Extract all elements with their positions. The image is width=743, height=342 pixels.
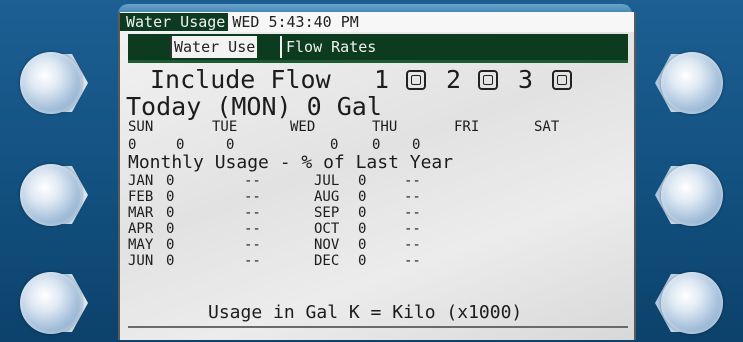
- flow-1-label: 1: [374, 65, 390, 94]
- soft-key-left-1[interactable]: [0, 48, 96, 118]
- flow-2-checkbox[interactable]: [478, 70, 498, 90]
- weekday-label: WED: [290, 119, 316, 135]
- weekday-label: FRI: [454, 119, 480, 135]
- soft-key-disc-icon: [661, 52, 723, 114]
- month-value: 0: [166, 237, 175, 253]
- month-value: 0: [358, 237, 367, 253]
- monthly-heading: Monthly Usage - % of Last Year: [128, 152, 454, 173]
- month-name: DEC: [314, 253, 340, 269]
- controller-bezel: Water Usage WED 5:43:40 PM Water Use Flow…: [0, 0, 743, 342]
- footer-divider: [128, 326, 628, 328]
- month-percent: --: [244, 173, 261, 189]
- flow-2-label: 2: [446, 65, 462, 94]
- month-name: OCT: [314, 221, 340, 237]
- month-value: 0: [166, 205, 175, 221]
- weekday-value: 0: [128, 137, 137, 153]
- month-percent: --: [244, 189, 261, 205]
- month-value: 0: [166, 173, 175, 189]
- include-flow-label: Include Flow: [150, 65, 331, 94]
- soft-key-disc-icon: [661, 272, 723, 334]
- month-value: 0: [358, 189, 367, 205]
- month-name: APR: [128, 221, 154, 237]
- month-value: 0: [166, 221, 175, 237]
- month-name: JUN: [128, 253, 154, 269]
- soft-key-left-2[interactable]: [0, 160, 96, 230]
- month-percent: --: [244, 221, 261, 237]
- month-value: 0: [166, 189, 175, 205]
- weekday-label: SUN: [128, 119, 154, 135]
- flow-3-checkbox[interactable]: [552, 70, 572, 90]
- month-percent: --: [404, 189, 421, 205]
- lcd-screen: Water Usage WED 5:43:40 PM Water Use Flow…: [118, 12, 636, 340]
- soft-key-disc-icon: [20, 164, 82, 226]
- month-percent: --: [244, 253, 261, 269]
- weekday-value: 0: [330, 137, 339, 153]
- weekday-label: TUE: [212, 119, 238, 135]
- month-value: 0: [358, 253, 367, 269]
- month-name: JAN: [128, 173, 154, 189]
- month-name: FEB: [128, 189, 154, 205]
- title-bar: Water Usage WED 5:43:40 PM: [120, 12, 634, 32]
- soft-key-disc-icon: [661, 164, 723, 226]
- soft-key-disc-icon: [20, 272, 82, 334]
- tab-water-use[interactable]: Water Use: [170, 36, 258, 58]
- flow-1-checkbox[interactable]: [406, 70, 426, 90]
- month-percent: --: [404, 173, 421, 189]
- month-value: 0: [358, 173, 367, 189]
- soft-key-right-3[interactable]: [647, 268, 743, 338]
- units-footer: Usage in Gal K = Kilo (x1000): [208, 302, 523, 323]
- month-percent: --: [244, 237, 261, 253]
- weekday-value: 0: [176, 137, 185, 153]
- today-usage: Today (MON) 0 Gal: [126, 92, 382, 121]
- month-value: 0: [166, 253, 175, 269]
- tab-bar: Water Use Flow Rates: [128, 34, 628, 60]
- month-name: NOV: [314, 237, 340, 253]
- tab-underline: [128, 60, 628, 63]
- soft-key-left-3[interactable]: [0, 268, 96, 338]
- month-name: MAY: [128, 237, 154, 253]
- weekday-value: 0: [412, 137, 421, 153]
- month-percent: --: [244, 205, 261, 221]
- weekday-value: 0: [372, 137, 381, 153]
- month-name: SEP: [314, 205, 340, 221]
- month-value: 0: [358, 205, 367, 221]
- weekday-label: THU: [372, 119, 398, 135]
- month-percent: --: [404, 221, 421, 237]
- tab-flow-rates[interactable]: Flow Rates: [280, 36, 376, 58]
- month-percent: --: [404, 237, 421, 253]
- month-percent: --: [404, 253, 421, 269]
- month-name: JUL: [314, 173, 340, 189]
- soft-key-disc-icon: [20, 52, 82, 114]
- month-percent: --: [404, 205, 421, 221]
- screen-name: Water Usage: [120, 13, 229, 31]
- clock-readout: WED 5:43:40 PM: [232, 13, 359, 31]
- month-value: 0: [358, 221, 367, 237]
- weekday-label: SAT: [534, 119, 560, 135]
- flow-3-label: 3: [518, 65, 534, 94]
- weekday-value: 0: [226, 137, 235, 153]
- month-name: AUG: [314, 189, 340, 205]
- soft-key-right-2[interactable]: [647, 160, 743, 230]
- soft-key-right-1[interactable]: [647, 48, 743, 118]
- month-name: MAR: [128, 205, 154, 221]
